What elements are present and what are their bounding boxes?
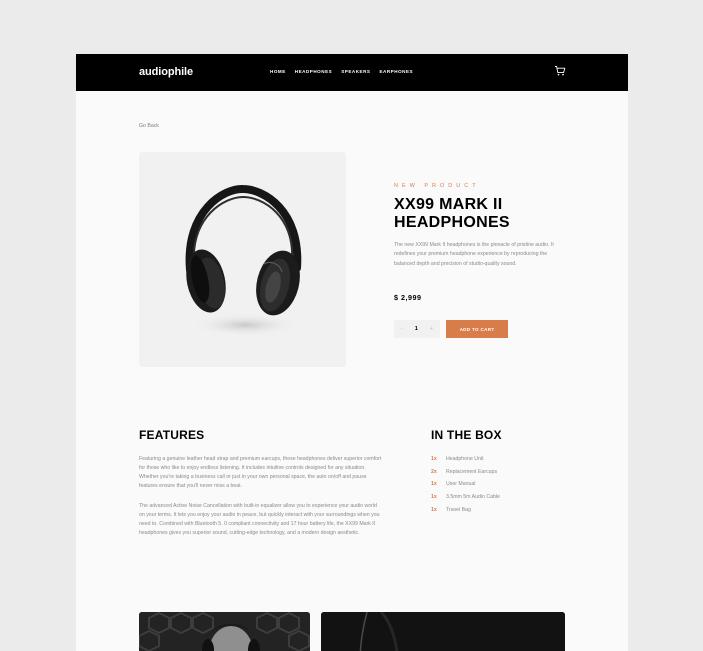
product-title-line1: XX99 MARK II: [394, 196, 503, 213]
list-item: 2x Replacement Earcups: [431, 468, 500, 481]
product-title-line2: HEADPHONES: [394, 213, 510, 231]
increment-button[interactable]: +: [430, 326, 433, 332]
add-to-cart-button[interactable]: ADD TO CART: [446, 320, 508, 338]
list-item: 1x User Manual: [431, 480, 500, 493]
item-name: Replacement Earcups: [446, 468, 498, 475]
product-title: XX99 MARK II HEADPHONES: [394, 196, 554, 231]
headphones-image: [185, 185, 302, 337]
nav-home[interactable]: HOME: [270, 69, 286, 74]
quantity-stepper: - 1 +: [394, 320, 440, 338]
list-item: 1x Travel Bag: [431, 506, 500, 519]
features-paragraph-1: Featuring a genuine leather head strap a…: [139, 456, 382, 489]
main-nav: HOME HEADPHONES SPEAKERS EARPHONES: [270, 69, 413, 74]
product-price: $ 2,999: [394, 293, 422, 302]
features-heading: FEATURES: [139, 428, 205, 442]
product-page: audiophile HOME HEADPHONES SPEAKERS EARP…: [76, 54, 628, 651]
site-header: audiophile HOME HEADPHONES SPEAKERS EARP…: [76, 54, 628, 91]
item-quantity: 2x: [431, 468, 437, 475]
list-item: 1x Headphone Unit: [431, 455, 500, 468]
item-name: Headphone Unit: [446, 456, 484, 462]
nav-headphones[interactable]: HEADPHONES: [295, 69, 332, 74]
nav-speakers[interactable]: SPEAKERS: [341, 69, 370, 74]
item-name: 3.5mm 5m Audio Cable: [446, 494, 500, 501]
item-quantity: 1x: [431, 481, 437, 488]
list-item: 1x 3.5mm 5m Audio Cable: [431, 493, 500, 506]
item-name: Travel Bag: [446, 506, 471, 513]
product-description: The new XX99 Mark II headphones is the p…: [394, 242, 554, 267]
gallery-photo-man-headphones: [139, 612, 310, 651]
quantity-value: 1: [414, 326, 418, 332]
cart-icon[interactable]: [554, 65, 566, 77]
item-name: User Manual: [446, 481, 476, 488]
gallery-photo-headphones-closeup: [321, 612, 565, 651]
gallery-image-2: [321, 612, 565, 651]
item-quantity: 1x: [431, 494, 437, 501]
item-quantity: 1x: [431, 506, 437, 513]
gallery-image-1: [139, 612, 310, 651]
go-back-link[interactable]: Go Back: [139, 123, 159, 129]
in-the-box-heading: IN THE BOX: [431, 428, 502, 442]
new-product-label: NEW PRODUCT: [394, 183, 480, 189]
item-quantity: 1x: [431, 456, 437, 462]
logo[interactable]: audiophile: [139, 66, 193, 78]
nav-earphones[interactable]: EARPHONES: [379, 69, 413, 74]
in-the-box-list: 1x Headphone Unit 2x Replacement Earcups 1…: [431, 455, 500, 518]
decrement-button[interactable]: -: [401, 326, 403, 332]
product-image: [139, 152, 346, 367]
features-paragraph-2: The advanced Active Noise Cancellation w…: [139, 503, 380, 536]
